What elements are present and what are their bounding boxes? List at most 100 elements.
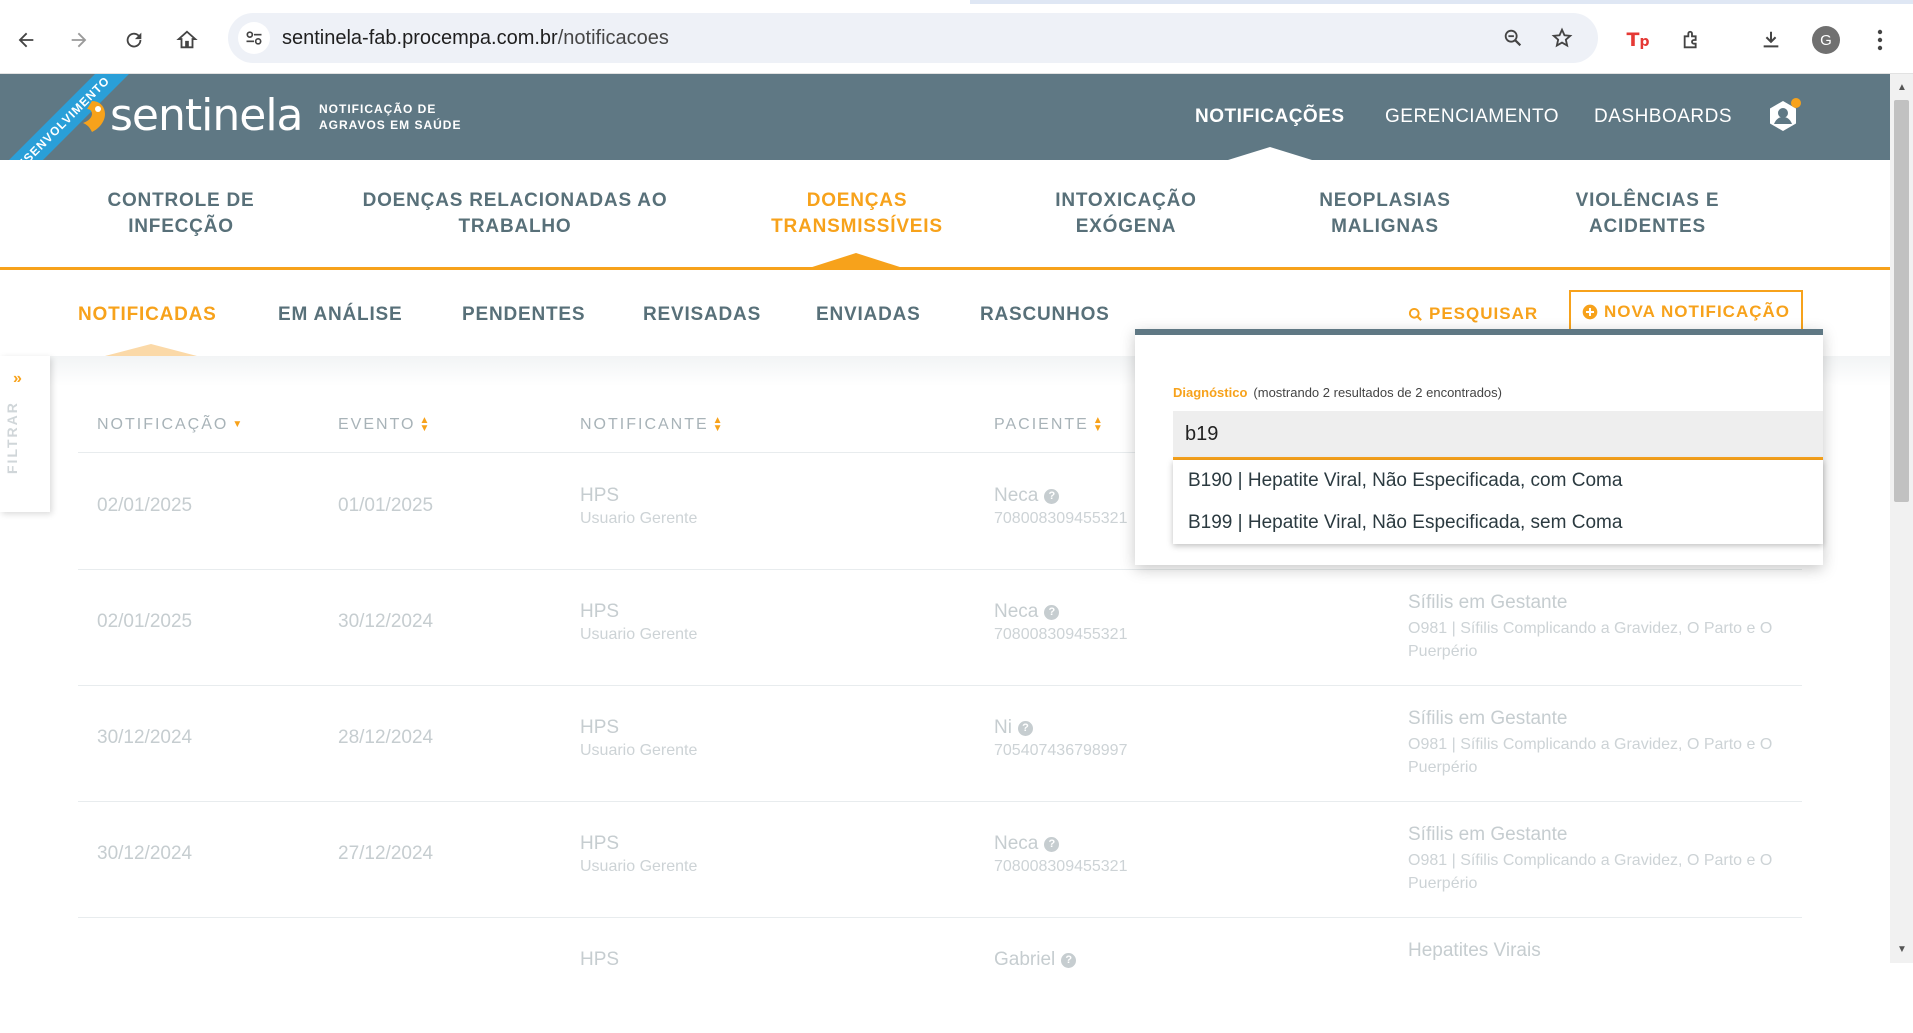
- cell-notificante: HPS: [580, 601, 620, 622]
- paciente-name: Neca: [994, 601, 1039, 622]
- diagnostico-search-input[interactable]: [1173, 411, 1823, 460]
- category-label-line1: VIOLÊNCIAS E: [1575, 190, 1720, 211]
- help-icon[interactable]: ?: [1044, 837, 1060, 852]
- app-subtitle: NOTIFICAÇÃO DE AGRAVOS EM SAÚDE: [319, 101, 461, 133]
- category-doencas-transmissiveis[interactable]: DOENÇAS TRANSMISSÍVEIS: [762, 188, 952, 240]
- category-label-line2: MALIGNAS: [1331, 216, 1439, 237]
- category-label-line1: CONTROLE DE: [107, 190, 255, 211]
- address-bar[interactable]: sentinela-fab.procempa.com.br/notificaco…: [228, 13, 1598, 63]
- category-intoxicacao-exogena[interactable]: INTOXICAÇÃO EXÓGENA: [1040, 188, 1212, 240]
- cell-evento-nome: Sífilis em Gestante: [1408, 592, 1568, 613]
- cell-evento: 01/01/2025: [338, 495, 434, 516]
- cell-paciente-id: 708008309455321: [994, 626, 1128, 643]
- cell-notificante: HPS: [580, 717, 620, 738]
- header-label: NOTIFICAÇÃO: [97, 416, 229, 433]
- page-scrollbar[interactable]: ▲ ▼: [1890, 74, 1913, 963]
- search-popup: Diagnóstico (mostrando 2 resultados de 2 …: [1135, 329, 1823, 565]
- back-icon[interactable]: [8, 22, 44, 58]
- cell-evento: 30/12/2024: [338, 611, 434, 632]
- tab-em-analise[interactable]: EM ANÁLISE: [278, 304, 402, 326]
- cell-paciente: Ni?: [994, 717, 1033, 739]
- menu-icon[interactable]: [1862, 22, 1898, 58]
- column-header-paciente[interactable]: PACIENTE ▲ ▼: [994, 416, 1105, 434]
- download-icon[interactable]: [1753, 22, 1789, 58]
- extensions-icon[interactable]: [1674, 22, 1710, 58]
- category-neoplasias-malignas[interactable]: NEOPLASIAS MALIGNAS: [1305, 188, 1465, 240]
- search-icon: [1408, 307, 1422, 321]
- table-row[interactable]: HPS Gabriel? Hepatites Virais: [0, 917, 1890, 1033]
- column-header-evento[interactable]: EVENTO ▲ ▼: [338, 416, 431, 434]
- user-profile-icon[interactable]: [1765, 98, 1801, 134]
- table-row[interactable]: 30/12/2024 27/12/2024 HPS Usuario Gerent…: [0, 801, 1890, 917]
- profile-avatar[interactable]: G: [1812, 26, 1840, 54]
- result-info: (mostrando 2 resultados de 2 encontrados…: [1253, 385, 1502, 400]
- tab-strip: [0, 0, 1913, 4]
- cell-notificante: HPS: [580, 833, 620, 854]
- tab-enviadas[interactable]: ENVIADAS: [816, 304, 921, 326]
- help-icon[interactable]: ?: [1044, 489, 1060, 504]
- plus-circle-icon: [1582, 304, 1598, 320]
- cell-evento-desc: O981 | Sífilis Complicando a Gravidez, O…: [1408, 736, 1773, 776]
- cell-notificante: HPS: [580, 949, 620, 970]
- category-doencas-trabalho[interactable]: DOENÇAS RELACIONADAS AO TRABALHO: [360, 188, 670, 240]
- sort-desc-icon: ▼: [232, 419, 245, 430]
- cell-paciente-id: 708008309455321: [994, 858, 1128, 875]
- cell-notificante-user: Usuario Gerente: [580, 858, 698, 875]
- app-header: DESENVOLVIMENTO sentinela NOTIFICAÇÃO DE…: [0, 74, 1890, 160]
- category-violencias-acidentes[interactable]: VIOLÊNCIAS E ACIDENTES: [1560, 188, 1735, 240]
- cell-evento-nome: Hepatites Virais: [1408, 940, 1541, 961]
- tab-revisadas[interactable]: REVISADAS: [643, 304, 761, 326]
- forward-icon[interactable]: [61, 22, 97, 58]
- category-label-line1: NEOPLASIAS: [1319, 190, 1451, 211]
- tab-pendentes[interactable]: PENDENTES: [462, 304, 585, 326]
- category-label-line1: DOENÇAS RELACIONADAS AO: [362, 190, 668, 211]
- category-label-line2: EXÓGENA: [1075, 216, 1177, 237]
- help-icon[interactable]: ?: [1017, 721, 1033, 736]
- cell-evento-desc: O981 | Sífilis Complicando a Gravidez, O…: [1408, 620, 1773, 660]
- cell-paciente-id: 708008309455321: [994, 510, 1128, 527]
- column-header-notificacao[interactable]: NOTIFICAÇÃO ▼: [97, 416, 244, 434]
- browser-toolbar: sentinela-fab.procempa.com.br/notificaco…: [0, 0, 1913, 74]
- topnav-dashboards[interactable]: DASHBOARDS: [1594, 106, 1732, 128]
- category-controle-infeccao[interactable]: CONTROLE DE INFECÇÃO: [100, 188, 262, 240]
- column-header-notificante[interactable]: NOTIFICANTE ▲ ▼: [580, 416, 725, 434]
- autocomplete-option[interactable]: B190 | Hepatite Viral, Não Especificada,…: [1173, 460, 1823, 502]
- bookmark-star-icon[interactable]: [1550, 26, 1574, 50]
- topnav-gerenciamento[interactable]: GERENCIAMENTO: [1385, 106, 1559, 128]
- subtitle-line2: AGRAVOS EM SAÚDE: [319, 118, 462, 132]
- category-label-line2: ACIDENTES: [1589, 216, 1706, 237]
- pesquisar-button[interactable]: PESQUISAR: [1408, 304, 1538, 324]
- logo-text: sentinela: [110, 89, 304, 141]
- table-row[interactable]: 30/12/2024 28/12/2024 HPS Usuario Gerent…: [0, 685, 1890, 801]
- cell-evento-nome: Sífilis em Gestante: [1408, 824, 1568, 845]
- scroll-up-arrow-icon[interactable]: ▲: [1897, 82, 1907, 93]
- scrollbar-thumb[interactable]: [1894, 100, 1909, 502]
- topnav-active-indicator: [1228, 147, 1312, 160]
- double-chevron-right-icon: »: [13, 370, 22, 387]
- tp-extension-icon[interactable]: Tp: [1620, 22, 1656, 58]
- help-icon[interactable]: ?: [1061, 953, 1077, 968]
- home-icon[interactable]: [169, 22, 205, 58]
- sort-icon: ▲ ▼: [419, 415, 432, 434]
- cell-notificacao: 02/01/2025: [97, 611, 193, 632]
- help-icon[interactable]: ?: [1044, 605, 1060, 620]
- reload-icon[interactable]: [116, 22, 152, 58]
- topnav-notificacoes[interactable]: NOTIFICAÇÕES: [1195, 106, 1345, 128]
- nova-notificacao-button[interactable]: NOVA NOTIFICAÇÃO: [1569, 290, 1803, 334]
- autocomplete-option[interactable]: B199 | Hepatite Viral, Não Especificada,…: [1173, 502, 1823, 544]
- tab-rascunhos[interactable]: RASCUNHOS: [980, 304, 1110, 326]
- tab-notificadas[interactable]: NOTIFICADAS: [78, 304, 217, 326]
- site-settings-icon[interactable]: [238, 22, 270, 54]
- paciente-name: Gabriel: [994, 949, 1056, 970]
- cell-paciente: Gabriel?: [994, 949, 1077, 971]
- url-text: sentinela-fab.procempa.com.br/notificaco…: [282, 27, 669, 50]
- zoom-icon[interactable]: [1501, 26, 1525, 50]
- table-row[interactable]: 02/01/2025 30/12/2024 HPS Usuario Gerent…: [0, 569, 1890, 685]
- category-label-line2: INFECÇÃO: [128, 216, 234, 237]
- sentinela-logo[interactable]: sentinela: [78, 89, 304, 141]
- subtitle-line1: NOTIFICAÇÃO DE: [319, 102, 437, 116]
- cell-paciente: Neca?: [994, 485, 1060, 507]
- nova-notificacao-label: NOVA NOTIFICAÇÃO: [1604, 302, 1790, 321]
- url-host: sentinela-fab.procempa.com.br: [282, 27, 558, 49]
- scroll-down-arrow-icon[interactable]: ▼: [1897, 944, 1907, 955]
